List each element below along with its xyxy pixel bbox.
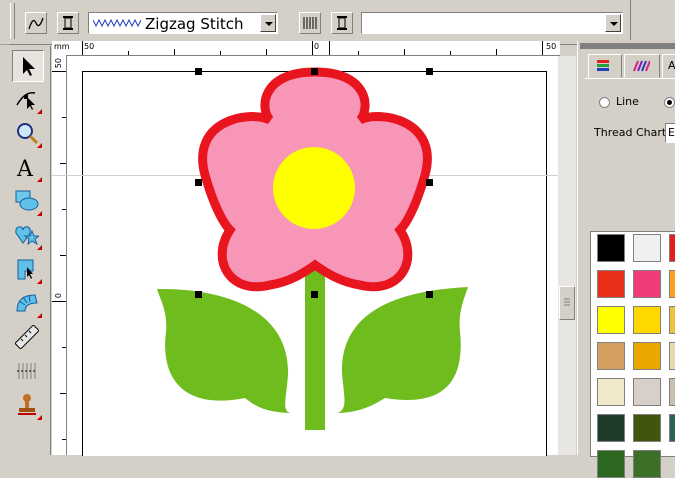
thread-swatch[interactable]: [633, 342, 661, 370]
resize-handle: [195, 291, 202, 298]
resize-handle: [426, 291, 433, 298]
thread-swatch[interactable]: [669, 270, 675, 298]
thread-swatch[interactable]: [597, 342, 625, 370]
resize-handle: [426, 68, 433, 75]
vertical-scrollbar[interactable]: [558, 56, 576, 455]
tab-color[interactable]: [588, 54, 622, 78]
thread-swatch[interactable]: [633, 378, 661, 406]
right-leaf: [338, 287, 468, 413]
scrollbar-thumb[interactable]: [559, 286, 575, 320]
thread-swatch[interactable]: [669, 378, 675, 406]
radio-region[interactable]: [664, 97, 675, 108]
thread-swatch[interactable]: [633, 270, 661, 298]
thread-swatch[interactable]: [633, 234, 661, 262]
thread-swatch[interactable]: [597, 378, 625, 406]
resize-handle: [311, 68, 318, 75]
tab-stitch[interactable]: [624, 54, 660, 78]
thread-swatch[interactable]: [669, 306, 675, 334]
radio-line-label: Line: [616, 95, 639, 108]
thread-swatch[interactable]: [597, 450, 625, 478]
radio-dot: [667, 100, 672, 105]
grip-icon: [564, 298, 570, 306]
thread-color-icon: [597, 60, 609, 71]
thread-chart-value: E: [668, 126, 675, 139]
thread-swatch[interactable]: [633, 450, 661, 478]
flower-center: [273, 147, 355, 229]
resize-handle: [311, 291, 318, 298]
tab-attributes[interactable]: A: [662, 54, 675, 78]
thread-swatch[interactable]: [633, 306, 661, 334]
thread-swatch[interactable]: [597, 414, 625, 442]
thread-swatch[interactable]: [597, 270, 625, 298]
stitch-pattern-icon: [633, 60, 650, 72]
thread-swatch[interactable]: [669, 414, 675, 442]
thread-swatch[interactable]: [669, 342, 675, 370]
thread-swatch[interactable]: [633, 414, 661, 442]
radio-line[interactable]: [599, 97, 610, 108]
thread-swatch-grid: [590, 231, 675, 478]
thread-chart-label: Thread Chart:: [594, 126, 670, 139]
thread-swatch[interactable]: [669, 234, 675, 262]
resize-handle: [426, 179, 433, 186]
thread-chart-select[interactable]: E: [665, 123, 675, 143]
resize-handle: [195, 68, 202, 75]
panel-title-bar: [580, 43, 675, 49]
tab-label: A: [668, 59, 675, 72]
left-leaf: [157, 288, 290, 413]
resize-handle: [195, 179, 202, 186]
thread-swatch[interactable]: [597, 234, 625, 262]
tab-baseline: [585, 78, 675, 79]
thread-swatch[interactable]: [597, 306, 625, 334]
